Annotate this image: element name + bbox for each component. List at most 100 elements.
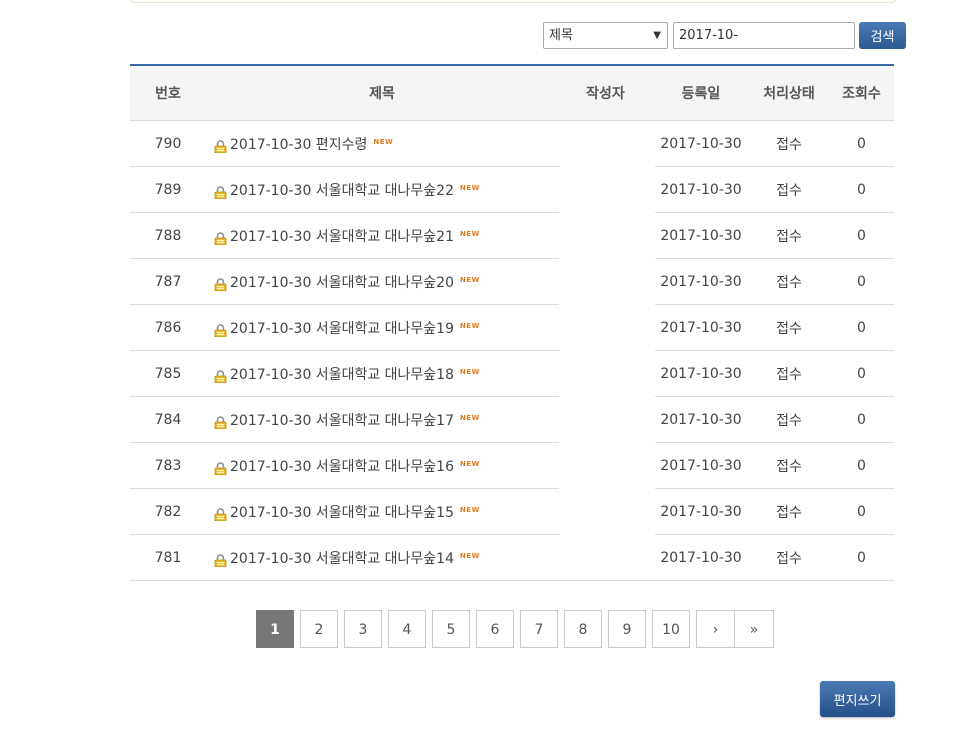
search-field-select[interactable]: 제목 ▼ — [543, 22, 668, 49]
page-button-7[interactable]: 7 — [520, 610, 558, 648]
row-title-cell: 2017-10-30 서울대학교 대나무숲15 NEW — [206, 502, 558, 522]
row-views: 0 — [857, 550, 866, 566]
row-date: 2017-10-30 — [660, 136, 742, 152]
pagination: 1 2 3 4 5 6 7 8 9 10 ›» — [256, 610, 774, 648]
row-views: 0 — [857, 182, 866, 198]
table-row[interactable]: 787 2017-10-30 서울대학교 대나무숲20 NEW 2017-10-30 접… — [130, 259, 894, 305]
row-title-link[interactable]: 2017-10-30 서울대학교 대나무숲21 — [230, 226, 454, 246]
table-header: 번호 제목 작성자 등록일 처리상태 조회수 — [130, 66, 894, 121]
page-button-3[interactable]: 3 — [344, 610, 382, 648]
row-title-link[interactable]: 2017-10-30 서울대학교 대나무숲22 — [230, 180, 454, 200]
row-views: 0 — [857, 228, 866, 244]
row-title-cell: 2017-10-30 서울대학교 대나무숲17 NEW — [206, 410, 558, 430]
table-row[interactable]: 786 2017-10-30 서울대학교 대나무숲19 NEW 2017-10-30 접… — [130, 305, 894, 351]
row-views: 0 — [857, 458, 866, 474]
new-badge: NEW — [460, 230, 480, 238]
new-badge: NEW — [460, 506, 480, 514]
row-title-link[interactable]: 2017-10-30 서울대학교 대나무숲16 — [230, 456, 454, 476]
row-date: 2017-10-30 — [660, 366, 742, 382]
new-badge: NEW — [460, 322, 480, 330]
write-letter-button[interactable]: 편지쓰기 — [820, 681, 895, 717]
new-badge: NEW — [460, 414, 480, 422]
page-button-6[interactable]: 6 — [476, 610, 514, 648]
page-button-8[interactable]: 8 — [564, 610, 602, 648]
row-status: 접수 — [776, 229, 802, 245]
new-badge: NEW — [460, 368, 480, 376]
last-page-button[interactable]: » — [735, 610, 774, 648]
lock-icon — [214, 323, 227, 337]
row-divider — [130, 580, 894, 581]
row-status: 접수 — [776, 413, 802, 429]
row-status: 접수 — [776, 367, 802, 383]
row-title-cell: 2017-10-30 서울대학교 대나무숲14 NEW — [206, 548, 558, 568]
row-no: 782 — [154, 504, 182, 520]
row-no: 787 — [154, 274, 182, 290]
row-status: 접수 — [776, 137, 802, 153]
new-badge: NEW — [460, 276, 480, 284]
table-body: 790 2017-10-30 편지수령 NEW 2017-10-30 접수 0 789 201… — [130, 121, 894, 581]
row-status: 접수 — [776, 505, 802, 521]
row-views: 0 — [857, 274, 866, 290]
dropdown-caret-icon: ▼ — [653, 30, 661, 41]
row-title-cell: 2017-10-30 서울대학교 대나무숲20 NEW — [206, 272, 558, 292]
header-views: 조회수 — [842, 86, 881, 102]
page-button-9[interactable]: 9 — [608, 610, 646, 648]
table-row[interactable]: 788 2017-10-30 서울대학교 대나무숲21 NEW 2017-10-30 접… — [130, 213, 894, 259]
board-table: 번호 제목 작성자 등록일 처리상태 조회수 790 2017-10-30 편지수… — [130, 64, 894, 581]
row-no: 783 — [154, 458, 182, 474]
table-row[interactable]: 785 2017-10-30 서울대학교 대나무숲18 NEW 2017-10-30 접… — [130, 351, 894, 397]
row-date: 2017-10-30 — [660, 412, 742, 428]
row-status: 접수 — [776, 459, 802, 475]
table-row[interactable]: 781 2017-10-30 서울대학교 대나무숲14 NEW 2017-10-30 접… — [130, 535, 894, 581]
page-button-1[interactable]: 1 — [256, 610, 294, 648]
row-title-cell: 2017-10-30 서울대학교 대나무숲16 NEW — [206, 456, 558, 476]
lock-icon — [214, 277, 227, 291]
table-row[interactable]: 789 2017-10-30 서울대학교 대나무숲22 NEW 2017-10-30 접… — [130, 167, 894, 213]
lock-icon — [214, 369, 227, 383]
lock-icon — [214, 139, 227, 153]
page-button-10[interactable]: 10 — [652, 610, 690, 648]
row-title-link[interactable]: 2017-10-30 서울대학교 대나무숲18 — [230, 364, 454, 384]
new-badge: NEW — [460, 552, 480, 560]
row-views: 0 — [857, 136, 866, 152]
page-button-2[interactable]: 2 — [300, 610, 338, 648]
row-title-link[interactable]: 2017-10-30 서울대학교 대나무숲15 — [230, 502, 454, 522]
row-title-link[interactable]: 2017-10-30 서울대학교 대나무숲20 — [230, 272, 454, 292]
row-title-link[interactable]: 2017-10-30 서울대학교 대나무숲14 — [230, 548, 454, 568]
table-row[interactable]: 782 2017-10-30 서울대학교 대나무숲15 NEW 2017-10-30 접… — [130, 489, 894, 535]
row-views: 0 — [857, 320, 866, 336]
table-row[interactable]: 784 2017-10-30 서울대학교 대나무숲17 NEW 2017-10-30 접… — [130, 397, 894, 443]
page-button-5[interactable]: 5 — [432, 610, 470, 648]
top-panel-edge — [130, 0, 896, 3]
row-date: 2017-10-30 — [660, 458, 742, 474]
page-button-4[interactable]: 4 — [388, 610, 426, 648]
header-status: 처리상태 — [763, 86, 815, 102]
row-date: 2017-10-30 — [660, 320, 742, 336]
row-no: 786 — [154, 320, 182, 336]
row-status: 접수 — [776, 275, 802, 291]
row-no: 789 — [154, 182, 182, 198]
header-no: 번호 — [155, 86, 181, 102]
row-status: 접수 — [776, 551, 802, 567]
search-input[interactable] — [673, 22, 855, 49]
row-title-cell: 2017-10-30 서울대학교 대나무숲19 NEW — [206, 318, 558, 338]
lock-icon — [214, 461, 227, 475]
row-title-cell: 2017-10-30 서울대학교 대나무숲18 NEW — [206, 364, 558, 384]
row-title-cell: 2017-10-30 편지수령 NEW — [206, 134, 558, 154]
row-date: 2017-10-30 — [660, 182, 742, 198]
row-title-link[interactable]: 2017-10-30 편지수령 — [230, 134, 367, 154]
row-no: 781 — [154, 550, 182, 566]
row-date: 2017-10-30 — [660, 550, 742, 566]
lock-icon — [214, 185, 227, 199]
row-title-link[interactable]: 2017-10-30 서울대학교 대나무숲19 — [230, 318, 454, 338]
next-page-button[interactable]: › — [696, 610, 735, 648]
new-badge: NEW — [460, 184, 480, 192]
row-status: 접수 — [776, 321, 802, 337]
new-badge: NEW — [373, 138, 394, 146]
header-date: 등록일 — [681, 86, 721, 102]
search-button[interactable]: 검색 — [859, 22, 906, 49]
header-title: 제목 — [369, 86, 395, 102]
table-row[interactable]: 783 2017-10-30 서울대학교 대나무숲16 NEW 2017-10-30 접… — [130, 443, 894, 489]
table-row[interactable]: 790 2017-10-30 편지수령 NEW 2017-10-30 접수 0 — [130, 121, 894, 167]
row-title-link[interactable]: 2017-10-30 서울대학교 대나무숲17 — [230, 410, 454, 430]
